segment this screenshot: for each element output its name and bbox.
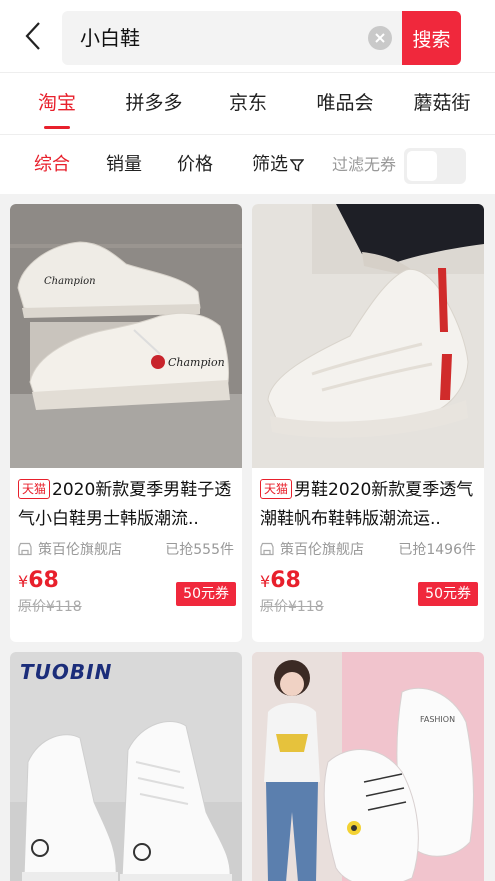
tab-vip[interactable]: 唯品会 [305,73,385,135]
tab-label: 蘑菇街 [413,92,471,114]
close-icon [375,33,385,43]
coupon-badge[interactable]: 50元券 [418,582,478,606]
sort-sales[interactable]: 销量 [106,135,142,195]
tab-jd[interactable]: 京东 [220,73,276,135]
search-button[interactable]: 搜索 [402,11,461,65]
shop-info: 策百伦旗舰店 [18,539,122,559]
store-icon [18,542,32,556]
shop-name: 策百伦旗舰店 [280,542,364,558]
sort-price[interactable]: 价格 [177,135,213,195]
svg-text:FASHION: FASHION [420,715,455,724]
tab-label: 淘宝 [37,92,76,114]
product-title: 天猫 男鞋2020新款夏季透气潮鞋帆布鞋韩版潮流运.. [260,476,480,534]
brand-logo: TUOBIN [20,660,113,684]
store-icon [260,542,274,556]
product-title: 天猫 2020新款夏季男鞋子透气小白鞋男士韩版潮流.. [18,476,238,534]
coupon-badge[interactable]: 50元券 [176,582,236,606]
price-value: 68 [28,568,59,593]
filter-button[interactable]: 筛选 [252,135,304,195]
toggle-knob [407,151,437,181]
product-image: TUOBIN [10,652,242,881]
product-card[interactable]: Champion Champion 天猫 2020新款夏季男鞋子透气小白鞋男士韩版… [10,204,242,642]
product-card[interactable]: 天猫 男鞋2020新款夏季透气潮鞋帆布鞋韩版潮流运.. 策百伦旗舰店 已抢1496… [252,204,484,642]
original-price: 原价¥118 [18,599,82,615]
active-tab-indicator [44,126,70,129]
search-input[interactable]: 小白鞋 [62,11,402,65]
search-header: 小白鞋 搜索 [0,0,495,72]
currency-symbol: ¥ [260,572,271,591]
sold-count: 已抢555件 [165,542,234,558]
shop-info: 策百伦旗舰店 [260,539,364,559]
price-value: 68 [270,568,301,593]
search-query: 小白鞋 [80,26,140,50]
product-price: ¥68 [18,568,59,593]
product-price: ¥68 [260,568,301,593]
filter-icon [290,159,304,172]
sold-count: 已抢1496件 [398,542,476,558]
tab-label: 拼多多 [125,92,183,114]
clear-search-button[interactable] [368,26,392,50]
tab-label: 唯品会 [316,92,374,114]
filter-no-coupon-label: 过滤无券 [332,155,397,174]
chevron-left-icon [25,22,40,50]
product-card[interactable]: TUOBIN [10,652,242,881]
sort-comprehensive[interactable]: 综合 [34,135,70,195]
platform-tabs: 淘宝 拼多多 京东 唯品会 蘑菇街 [0,72,495,134]
filter-label: 筛选 [252,154,288,175]
sort-bar: 综合 销量 价格 筛选 过滤无券 [0,134,495,194]
tmall-badge: 天猫 [260,479,293,499]
svg-text:Champion: Champion [168,356,225,369]
back-button[interactable] [18,18,48,54]
original-price: 原价¥118 [260,599,324,615]
svg-text:Champion: Champion [44,276,96,287]
product-image [252,204,484,468]
tab-label: 京东 [228,92,267,114]
no-coupon-toggle[interactable] [404,148,466,184]
tab-pinduoduo[interactable]: 拼多多 [115,73,193,135]
tab-taobao[interactable]: 淘宝 [26,73,88,135]
tmall-badge: 天猫 [18,479,51,499]
tab-mogujie[interactable]: 蘑菇街 [403,73,481,135]
currency-symbol: ¥ [18,572,29,591]
shop-name: 策百伦旗舰店 [38,542,122,558]
product-image: Champion Champion [10,204,242,468]
product-image: FASHION [252,652,484,881]
product-card[interactable]: FASHION [252,652,484,881]
